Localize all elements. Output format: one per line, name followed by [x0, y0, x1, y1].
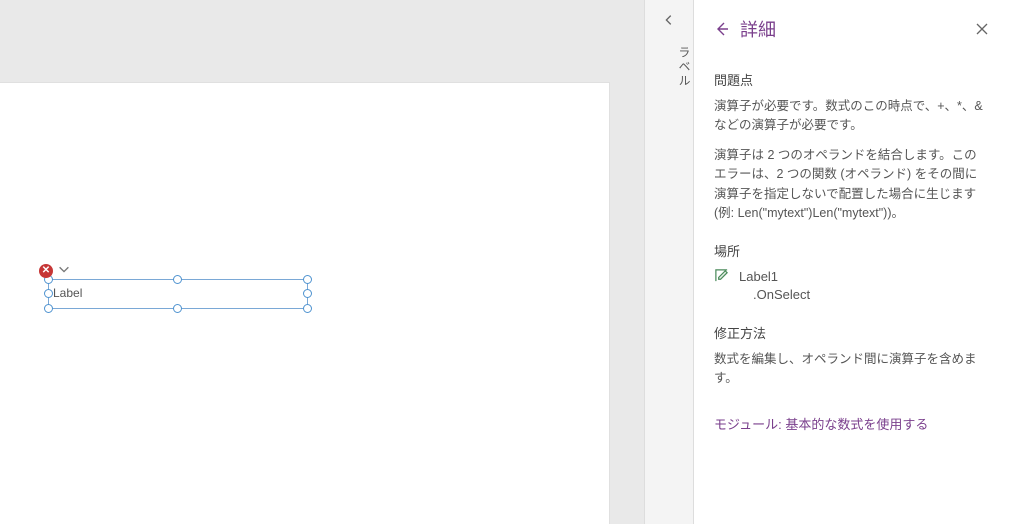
- error-badge-icon[interactable]: ✕: [39, 264, 53, 278]
- control-text: Label: [53, 286, 82, 300]
- resize-handle-tr[interactable]: [303, 275, 312, 284]
- tab-label[interactable]: ラベル: [645, 46, 693, 88]
- location-row: Label1 .OnSelect: [714, 268, 989, 304]
- location-lines: Label1 .OnSelect: [739, 268, 810, 304]
- details-title: 詳細: [740, 16, 776, 42]
- issue-heading: 問題点: [714, 70, 989, 89]
- collapse-chevron-icon[interactable]: [645, 0, 693, 40]
- issue-text-2: 演算子は 2 つのオペランドを結合します。このエラーは、2 つの関数 (オペラン…: [714, 146, 989, 224]
- edit-formula-icon[interactable]: [714, 268, 729, 286]
- resize-handle-br[interactable]: [303, 304, 312, 313]
- back-arrow-icon[interactable]: [714, 21, 730, 37]
- selected-label-control[interactable]: Label ✕: [48, 279, 308, 309]
- chevron-down-icon[interactable]: [57, 262, 73, 278]
- location-property-name: .OnSelect: [739, 286, 810, 304]
- resize-handle-tm[interactable]: [173, 275, 182, 284]
- location-heading: 場所: [714, 241, 989, 260]
- resize-handle-bm[interactable]: [173, 304, 182, 313]
- resize-handle-ml[interactable]: [44, 289, 53, 298]
- fix-heading: 修正方法: [714, 323, 989, 342]
- resize-handle-mr[interactable]: [303, 289, 312, 298]
- details-pane: 詳細 問題点 演算子が必要です。数式のこの時点で、+、*、& などの演算子が必要…: [694, 0, 1009, 524]
- canvas-surface[interactable]: Label ✕: [0, 82, 610, 524]
- location-control-name: Label1: [739, 268, 810, 286]
- module-link[interactable]: モジュール: 基本的な数式を使用する: [714, 414, 928, 433]
- fix-body: 数式を編集し、オペランド間に演算子を含めます。: [714, 350, 989, 389]
- canvas-outer: Label ✕: [0, 0, 644, 524]
- resize-handle-bl[interactable]: [44, 304, 53, 313]
- side-tab-rail: ラベル: [644, 0, 694, 524]
- issue-text-1: 演算子が必要です。数式のこの時点で、+、*、& などの演算子が必要です。: [714, 97, 989, 136]
- close-icon[interactable]: [975, 22, 989, 36]
- details-header: 詳細: [714, 16, 989, 42]
